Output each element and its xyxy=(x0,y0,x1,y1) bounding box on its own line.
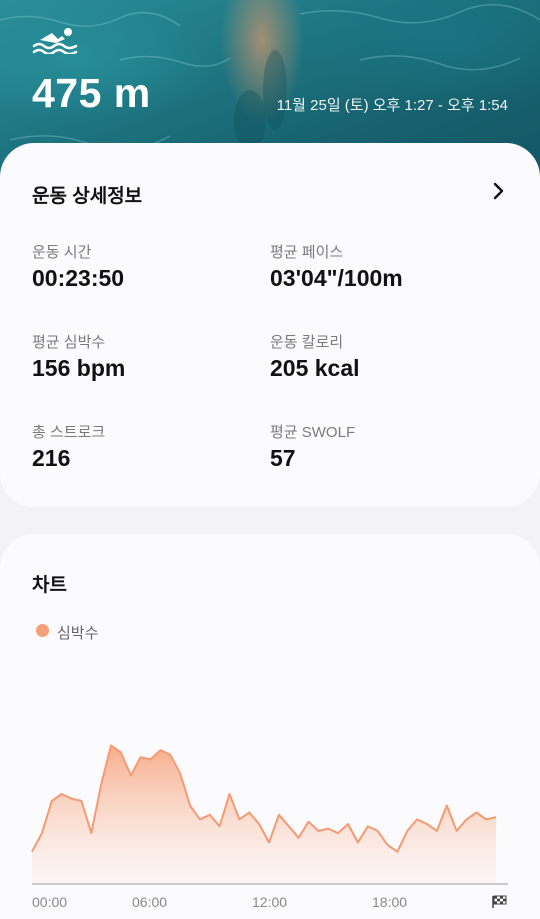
x-tick-0: 00:00 xyxy=(32,894,68,910)
x-tick-3: 18:00 xyxy=(372,894,408,910)
stat-duration-label: 운동 시간 xyxy=(32,244,92,261)
x-tick-2: 12:00 xyxy=(252,894,288,910)
stat-heart-rate-label: 평균 심박수 xyxy=(32,334,106,351)
heart-rate-area xyxy=(32,745,497,884)
workout-datetime: 11월 25일 (토) 오후 1:27 - 오후 1:54 xyxy=(276,97,508,114)
x-tick-1: 06:00 xyxy=(132,894,168,910)
workout-details-card: 운동 상세정보 운동 시간 00:23:50 평균 페이스 03'04"/100… xyxy=(0,143,540,507)
finish-flag-icon xyxy=(492,895,507,908)
distance-value: 475 m xyxy=(32,70,151,116)
stat-strokes-label: 총 스트로크 xyxy=(32,424,106,441)
details-title: 운동 상세정보 xyxy=(32,186,143,207)
stat-strokes-value: 216 xyxy=(32,445,71,471)
swimmer-icon xyxy=(32,28,78,54)
stat-pace-value: 03'04"/100m xyxy=(270,265,403,291)
chevron-right-icon[interactable] xyxy=(492,181,506,201)
stat-calories-value: 205 kcal xyxy=(270,355,360,381)
stat-swolf-label: 평균 SWOLF xyxy=(270,424,356,441)
heart-rate-chart[interactable] xyxy=(0,534,540,919)
stat-pace-label: 평균 페이스 xyxy=(270,244,344,261)
stat-swolf-value: 57 xyxy=(270,445,296,471)
chart-card: 차트 심박수 00:00 06:00 12:00 18:00 xyxy=(0,534,540,919)
stat-duration-value: 00:23:50 xyxy=(32,265,125,291)
stat-calories-label: 운동 칼로리 xyxy=(270,334,344,351)
stat-heart-rate-value: 156 bpm xyxy=(32,355,126,381)
